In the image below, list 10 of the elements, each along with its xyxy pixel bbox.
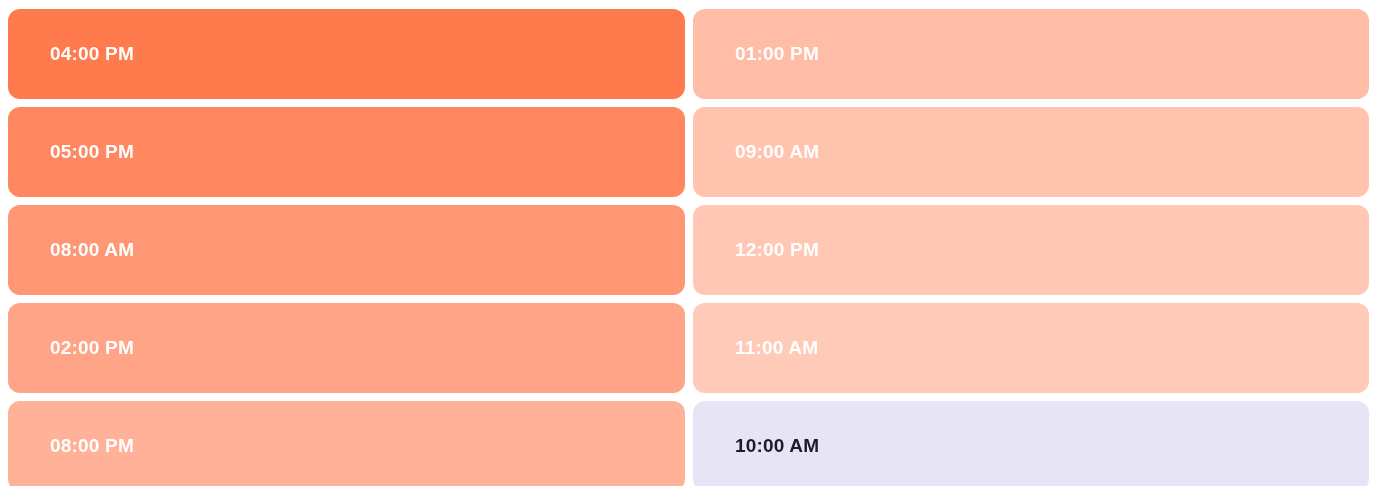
time-slot-card: 12:00 PM: [693, 205, 1369, 295]
time-slot-card: 11:00 AM: [693, 303, 1369, 393]
time-slot-card: 10:00 AM: [693, 401, 1369, 486]
time-slot-card: 01:00 PM: [693, 9, 1369, 99]
time-slot-card: 02:00 PM: [8, 303, 685, 393]
time-slot-card: 08:00 PM: [8, 401, 685, 486]
time-slot-card: 04:00 PM: [8, 9, 685, 99]
time-slot-card: 05:00 PM: [8, 107, 685, 197]
time-slot-card: 08:00 AM: [8, 205, 685, 295]
time-slot-card: 09:00 AM: [693, 107, 1369, 197]
